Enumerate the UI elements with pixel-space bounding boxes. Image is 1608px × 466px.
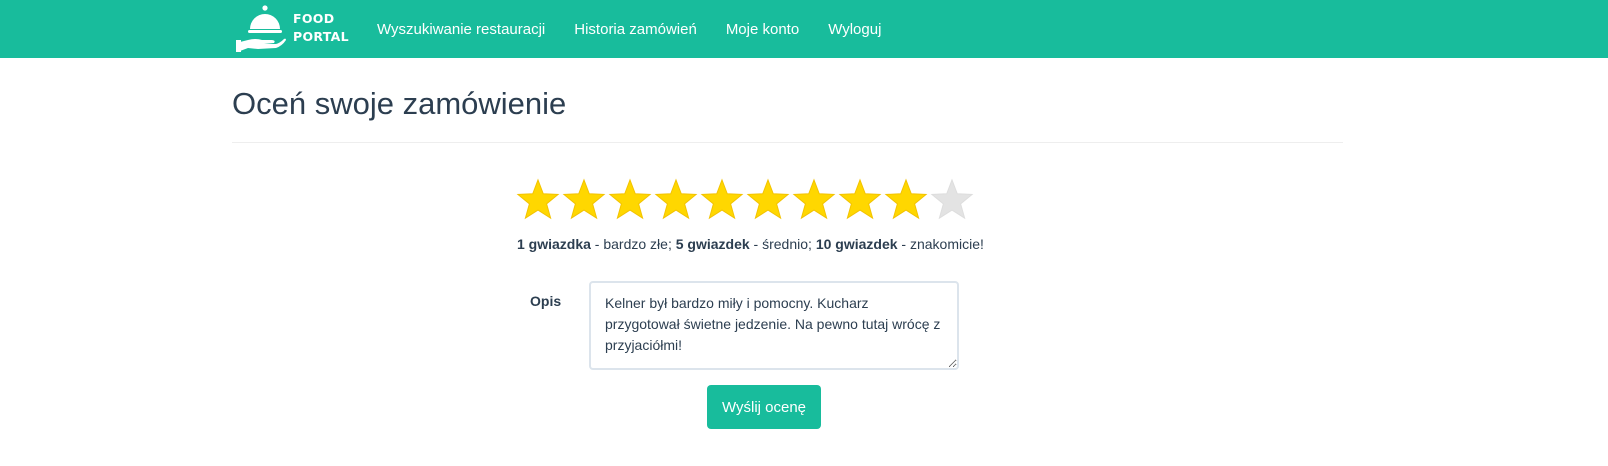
submit-rating-button[interactable]: Wyślij ocenę (707, 385, 821, 429)
star-icon[interactable] (653, 176, 699, 224)
star-icon[interactable] (699, 176, 745, 224)
nav-link-order-history[interactable]: Historia zamówień (574, 21, 697, 38)
nav-links: Wyszukiwanie restauracji Historia zamówi… (377, 0, 910, 58)
star-rating[interactable] (515, 176, 975, 224)
brand-logo[interactable]: FOOD PORTAL (236, 2, 352, 54)
legend-1-star-desc: - bardzo złe; (590, 236, 676, 252)
page-title: Oceń swoje zamówienie (232, 86, 567, 121)
star-icon[interactable] (607, 176, 653, 224)
star-icon[interactable] (561, 176, 607, 224)
legend-5-stars: 5 gwiazdek (675, 236, 750, 252)
description-textarea[interactable]: Kelner był bardzo miły i pomocny. Kuchar… (589, 281, 959, 370)
description-label: Opis (530, 293, 562, 309)
star-icon[interactable] (791, 176, 837, 224)
title-divider (232, 142, 1343, 143)
navbar: FOOD PORTAL Wyszukiwanie restauracji His… (0, 0, 1608, 58)
brand-line1: FOOD (293, 11, 335, 26)
star-icon[interactable] (929, 176, 975, 224)
legend-10-stars: 10 gwiazdek (815, 236, 898, 252)
rating-legend: 1 gwiazdka - bardzo złe; 5 gwiazdek - śr… (517, 236, 984, 252)
star-icon[interactable] (515, 176, 561, 224)
cloche-icon (236, 5, 286, 52)
star-icon[interactable] (745, 176, 791, 224)
star-icon[interactable] (883, 176, 929, 224)
nav-link-restaurant-search[interactable]: Wyszukiwanie restauracji (377, 21, 545, 38)
legend-1-star: 1 gwiazdka (517, 236, 591, 252)
brand-line2: PORTAL (293, 29, 349, 44)
legend-10-stars-desc: - znakomicie! (897, 236, 984, 252)
nav-link-my-account[interactable]: Moje konto (726, 21, 799, 38)
star-icon[interactable] (837, 176, 883, 224)
legend-5-stars-desc: - średnio; (749, 236, 816, 252)
nav-link-logout[interactable]: Wyloguj (828, 21, 881, 38)
